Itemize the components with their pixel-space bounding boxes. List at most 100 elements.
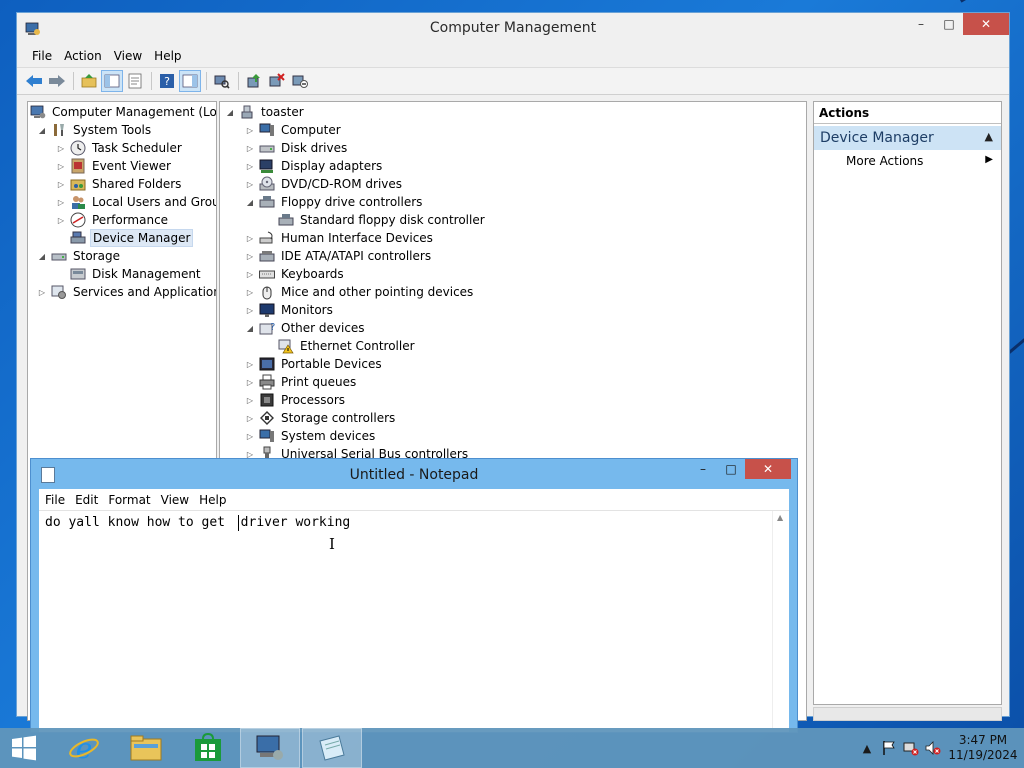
device-category-other-devices[interactable]: ◢ ? Other devices [244,319,367,337]
tree-item-performance[interactable]: ▷ Performance [55,211,170,229]
menu-help[interactable]: Help [151,49,190,63]
disable-device-button[interactable] [289,70,311,92]
expand-collapse-icon[interactable]: ▷ [244,250,256,262]
uninstall-device-button[interactable] [266,70,288,92]
notepad-menu-file[interactable]: File [45,493,75,507]
expand-collapse-icon[interactable]: ▷ [244,124,256,136]
expand-collapse-icon[interactable]: ▷ [244,232,256,244]
tree-item-disk-management[interactable]: Disk Management [70,265,203,283]
expand-collapse-icon[interactable]: ▷ [244,376,256,388]
expand-collapse-icon[interactable]: ▷ [244,394,256,406]
device-standard-floppy-disk-controller[interactable]: Standard floppy disk controller [278,211,487,229]
notepad-menu-view[interactable]: View [161,493,199,507]
expand-collapse-icon[interactable]: ▷ [55,160,67,172]
expand-collapse-icon[interactable]: ▷ [244,430,256,442]
device-category-print-queues[interactable]: ▷ Print queues [244,373,358,391]
expand-collapse-icon[interactable]: ▷ [55,178,67,190]
update-driver-button[interactable] [243,70,265,92]
tree-item-task-scheduler[interactable]: ▷ Task Scheduler [55,139,184,157]
show-hidden-icons-icon[interactable]: ▲ [856,728,878,768]
scroll-up-icon[interactable]: ▲ [777,513,783,522]
help-button[interactable]: ? [156,70,178,92]
tree-item-device-manager[interactable]: Device Manager [70,229,194,247]
volume-muted-icon[interactable] [922,728,944,768]
notepad-text-area[interactable]: do yall know how to get driver working I… [39,511,789,732]
device-category-floppy-drive-controllers[interactable]: ◢ Floppy drive controllers [244,193,424,211]
device-category-portable-devices[interactable]: ▷ Portable Devices [244,355,384,373]
expand-collapse-icon[interactable]: ▷ [244,286,256,298]
tree-item-storage[interactable]: ◢ Storage [36,247,122,265]
expand-collapse-icon[interactable]: ▷ [244,142,256,154]
device-category-mice[interactable]: ▷ Mice and other pointing devices [244,283,475,301]
minimize-button[interactable]: – [907,13,935,35]
menu-view[interactable]: View [111,49,151,63]
start-button[interactable] [0,728,48,768]
device-category-computer[interactable]: ▷ Computer [244,121,343,139]
close-button[interactable]: ✕ [963,13,1009,35]
tree-item-shared-folders[interactable]: ▷ Shared Folders [55,175,183,193]
device-ethernet-controller[interactable]: Ethernet Controller [278,337,417,355]
tree-item-local-users-and-groups[interactable]: ▷ Local Users and Groups [55,193,216,211]
show-hide-console-tree-button[interactable] [101,70,123,92]
tree-item-event-viewer[interactable]: ▷ Event Viewer [55,157,173,175]
device-category-monitors[interactable]: ▷ Monitors [244,301,335,319]
tree-item-services-and-applications[interactable]: ▷ Services and Applications [36,283,216,301]
device-category-processors[interactable]: ▷ Processors [244,391,347,409]
expand-collapse-icon[interactable]: ◢ [36,250,48,262]
tree-item-system-tools[interactable]: ◢ System Tools [36,121,153,139]
expand-collapse-icon[interactable]: ▷ [55,214,67,226]
taskbar-computer-management[interactable] [240,728,300,768]
expand-collapse-icon[interactable]: ▷ [244,358,256,370]
notepad-vertical-scrollbar[interactable]: ▲ [772,511,789,732]
expand-collapse-icon[interactable]: ▷ [244,412,256,424]
notepad-menu-edit[interactable]: Edit [75,493,108,507]
device-category-storage-controllers[interactable]: ▷ Storage controllers [244,409,397,427]
menu-action[interactable]: Action [61,49,111,63]
notepad-title-bar[interactable]: Untitled - Notepad – □ ✕ [31,459,797,489]
device-category-display-adapters[interactable]: ▷ Display adapters [244,157,384,175]
back-button[interactable] [23,70,45,92]
expand-collapse-icon[interactable]: ◢ [244,196,256,208]
expand-collapse-icon[interactable]: ▷ [55,196,67,208]
taskbar-notepad[interactable] [302,728,362,768]
taskbar-file-explorer[interactable] [116,728,176,768]
taskbar-store[interactable] [178,728,238,768]
collapse-up-icon[interactable]: ▲ [985,130,993,143]
expand-collapse-icon[interactable]: ◢ [224,106,236,118]
device-category-disk-drives[interactable]: ▷ Disk drives [244,139,349,157]
notepad-menu-format[interactable]: Format [108,493,160,507]
expand-collapse-icon[interactable]: ◢ [244,322,256,334]
title-bar[interactable]: Computer Management – □ ✕ [17,13,1009,45]
scan-hardware-button[interactable] [211,70,233,92]
notepad-maximize-button[interactable]: □ [717,459,745,479]
notepad-close-button[interactable]: ✕ [745,459,791,479]
notepad-minimize-button[interactable]: – [689,459,717,479]
expand-collapse-icon[interactable]: ▷ [36,286,48,298]
maximize-button[interactable]: □ [935,13,963,35]
tree-item-computer-management[interactable]: Computer Management (Local [30,103,216,121]
device-category-system-devices[interactable]: ▷ System devices [244,427,377,445]
device-root-toaster[interactable]: ◢ toaster [224,103,306,121]
taskbar-clock[interactable]: 3:47 PM 11/19/2024 [944,733,1022,763]
forward-button[interactable] [46,70,68,92]
action-center-flag-icon[interactable] [878,728,900,768]
expand-collapse-icon[interactable]: ◢ [36,124,48,136]
horizontal-scrollbar[interactable] [813,707,1002,721]
actions-section-device-manager[interactable]: Device Manager ▲ [814,126,1001,150]
menu-file[interactable]: File [29,49,61,63]
show-hide-action-pane-button[interactable] [179,70,201,92]
taskbar-internet-explorer[interactable]: e [54,728,114,768]
expand-collapse-icon[interactable]: ▷ [244,178,256,190]
expand-collapse-icon[interactable]: ▷ [244,268,256,280]
network-disconnected-icon[interactable] [900,728,922,768]
expand-collapse-icon[interactable]: ▷ [244,304,256,316]
expand-collapse-icon[interactable]: ▷ [55,142,67,154]
device-category-dvd-cd-rom[interactable]: ▷ DVD/CD-ROM drives [244,175,404,193]
properties-button[interactable] [124,70,146,92]
expand-collapse-icon[interactable]: ▷ [244,160,256,172]
notepad-menu-help[interactable]: Help [199,493,236,507]
device-category-ide-ata-atapi-controllers[interactable]: ▷ IDE ATA/ATAPI controllers [244,247,433,265]
more-actions-item[interactable]: More Actions ▶ [814,150,1001,172]
up-one-level-button[interactable] [78,70,100,92]
device-category-human-interface-devices[interactable]: ▷ Human Interface Devices [244,229,435,247]
